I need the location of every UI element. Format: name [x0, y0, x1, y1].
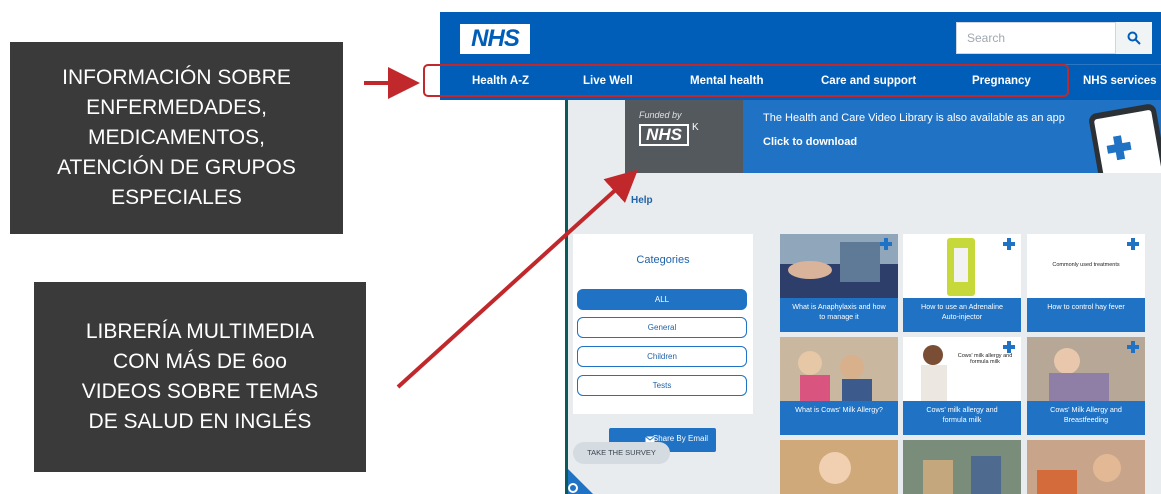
video-card-formula-milk[interactable]: Cows' milk allergy and formula milk Cows…: [903, 337, 1021, 435]
video-title: Cows' Milk Allergy and Breastfeeding: [1027, 401, 1145, 435]
help-link[interactable]: Help: [631, 195, 653, 206]
banner-nhs-logo: NHS: [639, 124, 689, 146]
video-card-cows-milk-allergy[interactable]: What is Cows' Milk Allergy?: [780, 337, 898, 435]
video-card-hay-fever[interactable]: Commonly used treatments How to control …: [1027, 234, 1145, 332]
nhs-cross-icon: [1003, 238, 1015, 250]
search-icon: [1127, 31, 1141, 45]
banner-message: The Health and Care Video Library is als…: [763, 112, 1065, 124]
category-tests[interactable]: Tests: [577, 375, 747, 396]
callout-media-library: LIBRERÍA MULTIMEDIA CON MÁS DE 6oo VIDEO…: [34, 282, 366, 472]
video-library-page: Funded by NHS K The Health and Care Vide…: [565, 100, 1161, 494]
search-input[interactable]: Search: [956, 22, 1116, 54]
categories-panel: Categories ALL General Children Tests: [573, 234, 753, 414]
categories-title: Categories: [636, 254, 690, 266]
nhs-cross-icon: [880, 238, 892, 250]
video-card-breastfeeding[interactable]: Cows' Milk Allergy and Breastfeeding: [1027, 337, 1145, 435]
banner-nhs-suffix: K: [692, 122, 699, 133]
video-title: Cows' milk allergy and formula milk: [903, 401, 1021, 435]
video-card-anaphylaxis[interactable]: What is Anaphylaxis and how to manage it: [780, 234, 898, 332]
video-title: How to use an Adrenaline Auto-injector: [903, 298, 1021, 332]
video-card[interactable]: [780, 440, 898, 494]
category-children[interactable]: Children: [577, 346, 747, 367]
help-bar: Help: [568, 173, 1161, 233]
video-thumbnail: [1027, 440, 1145, 494]
video-title: What is Anaphylaxis and how to manage it: [780, 298, 898, 332]
video-title: What is Cows' Milk Allergy?: [780, 401, 898, 435]
app-download-banner[interactable]: The Health and Care Video Library is als…: [743, 100, 1161, 214]
video-card-adrenaline[interactable]: How to use an Adrenaline Auto-injector: [903, 234, 1021, 332]
video-title: How to control hay fever: [1027, 298, 1145, 332]
nhs-cross-icon: [1127, 238, 1139, 250]
nhs-cross-icon: [1003, 341, 1015, 353]
video-thumbnail: [780, 440, 898, 494]
video-card[interactable]: [1027, 440, 1145, 494]
video-thumbnail: [903, 440, 1021, 494]
video-thumbnail: [780, 337, 898, 401]
thumbnail-caption: Commonly used treatments: [1052, 262, 1120, 268]
video-card[interactable]: [903, 440, 1021, 494]
search-button[interactable]: [1116, 22, 1152, 54]
nhs-logo[interactable]: NHS: [460, 24, 530, 54]
take-survey-button[interactable]: TAKE THE SURVEY: [573, 442, 670, 464]
funded-by-label: Funded by: [639, 110, 682, 120]
nav-nhs-services[interactable]: NHS services: [1083, 75, 1157, 87]
funded-by-nhs-banner: Funded by NHS K: [625, 100, 743, 173]
settings-gear-icon[interactable]: [565, 466, 595, 494]
category-all[interactable]: ALL: [577, 289, 747, 310]
nhs-cross-icon: [1106, 135, 1132, 161]
callout-health-info: INFORMACIÓN SOBRE ENFERMEDADES, MEDICAME…: [10, 42, 343, 234]
nhs-cross-icon: [1127, 341, 1139, 353]
category-general[interactable]: General: [577, 317, 747, 338]
thumbnail-caption: Cows' milk allergy and formula milk: [957, 353, 1013, 365]
download-link[interactable]: Click to download: [763, 136, 857, 148]
nav-highlight-box: [423, 64, 1069, 97]
